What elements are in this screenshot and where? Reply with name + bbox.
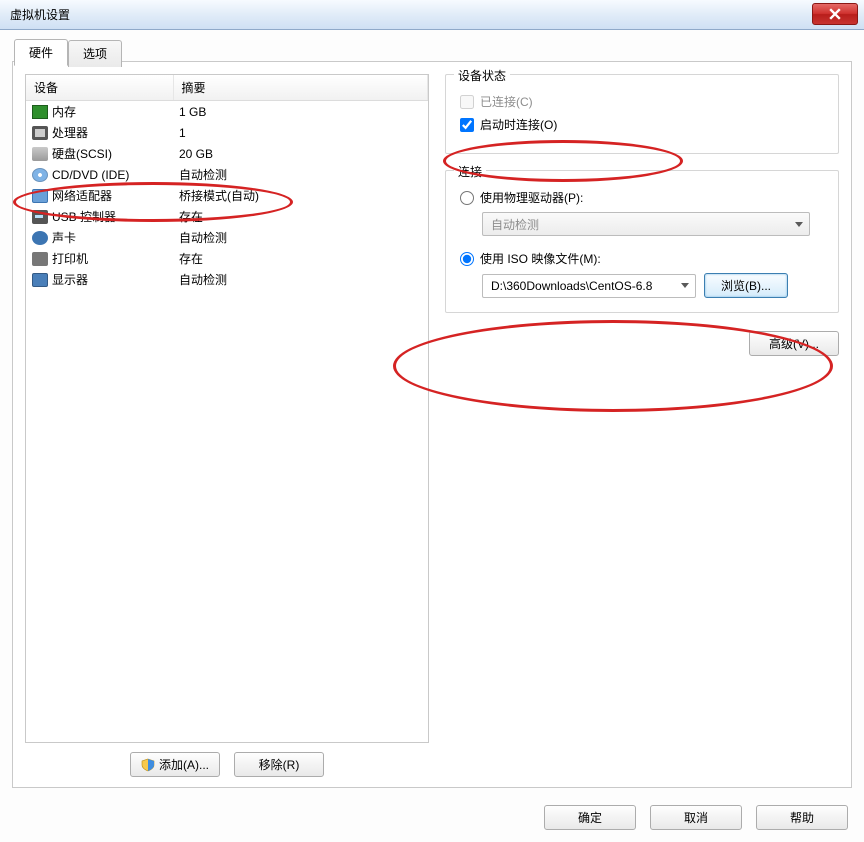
printer-icon bbox=[32, 252, 48, 266]
close-button[interactable] bbox=[812, 3, 858, 25]
device-buttons: 添加(A)... 移除(R) bbox=[25, 752, 429, 777]
browse-button-label: 浏览(B)... bbox=[721, 277, 771, 294]
iso-path-dropdown[interactable]: D:\360Downloads\CentOS-6.8 bbox=[482, 274, 696, 298]
device-name: CD/DVD (IDE) bbox=[52, 168, 129, 182]
browse-button[interactable]: 浏览(B)... bbox=[704, 273, 788, 298]
device-name: 打印机 bbox=[52, 252, 88, 266]
disk-icon bbox=[32, 147, 48, 161]
use-iso-radio-row[interactable]: 使用 ISO 映像文件(M): bbox=[460, 250, 824, 267]
device-name: 处理器 bbox=[52, 126, 88, 140]
table-row[interactable]: 网络适配器 桥接模式(自动) bbox=[26, 185, 428, 206]
titlebar: 虚拟机设置 bbox=[0, 0, 864, 30]
advanced-button[interactable]: 高级(V)... bbox=[749, 331, 839, 356]
shield-icon bbox=[141, 758, 155, 772]
help-button-label: 帮助 bbox=[790, 809, 814, 826]
connect-at-poweron-row[interactable]: 启动时连接(O) bbox=[460, 116, 824, 133]
cancel-button[interactable]: 取消 bbox=[650, 805, 742, 830]
device-name: 硬盘(SCSI) bbox=[52, 147, 112, 161]
group-connection: 连接 使用物理驱动器(P): 自动检测 使用 ISO 映像文件(M): bbox=[445, 170, 839, 313]
device-name: 显示器 bbox=[52, 273, 88, 287]
remove-button[interactable]: 移除(R) bbox=[234, 752, 324, 777]
add-button-label: 添加(A)... bbox=[159, 756, 209, 773]
device-summary: 自动检测 bbox=[173, 269, 428, 290]
table-row[interactable]: 内存 1 GB bbox=[26, 101, 428, 123]
chevron-down-icon bbox=[795, 222, 803, 227]
col-device-header[interactable]: 设备 bbox=[26, 75, 173, 101]
advanced-button-label: 高级(V)... bbox=[769, 335, 819, 352]
tab-options-label: 选项 bbox=[83, 47, 107, 61]
tab-options[interactable]: 选项 bbox=[68, 40, 122, 67]
use-physical-radio[interactable] bbox=[460, 191, 474, 205]
network-icon bbox=[32, 189, 48, 203]
device-summary: 20 GB bbox=[173, 143, 428, 164]
window-title: 虚拟机设置 bbox=[10, 6, 70, 23]
memory-icon bbox=[32, 105, 48, 119]
use-physical-radio-row[interactable]: 使用物理驱动器(P): bbox=[460, 189, 824, 206]
iso-path-value: D:\360Downloads\CentOS-6.8 bbox=[491, 279, 652, 293]
use-iso-label: 使用 ISO 映像文件(M): bbox=[480, 250, 601, 267]
table-row[interactable]: 声卡 自动检测 bbox=[26, 227, 428, 248]
advanced-row: 高级(V)... bbox=[445, 331, 839, 356]
device-name: 内存 bbox=[52, 105, 76, 119]
physical-drive-dropdown: 自动检测 bbox=[482, 212, 810, 236]
table-row[interactable]: 显示器 自动检测 bbox=[26, 269, 428, 290]
ok-button-label: 确定 bbox=[578, 809, 602, 826]
cd-icon bbox=[32, 168, 48, 182]
cancel-button-label: 取消 bbox=[684, 809, 708, 826]
tabstrip: 硬件 选项 bbox=[14, 39, 122, 66]
add-button[interactable]: 添加(A)... bbox=[130, 752, 220, 777]
device-summary: 存在 bbox=[173, 248, 428, 269]
tab-page-hardware: 设备 摘要 内存 1 GB 处理器 1 bbox=[12, 61, 852, 788]
connected-checkbox-row: 已连接(C) bbox=[460, 93, 824, 110]
device-summary: 自动检测 bbox=[173, 164, 428, 185]
connect-at-poweron-label: 启动时连接(O) bbox=[480, 116, 557, 133]
connected-label: 已连接(C) bbox=[480, 93, 533, 110]
group-device-status: 设备状态 已连接(C) 启动时连接(O) bbox=[445, 74, 839, 154]
tab-hardware-label: 硬件 bbox=[29, 46, 53, 60]
vm-settings-window: 虚拟机设置 硬件 选项 设备 摘要 bbox=[0, 0, 864, 842]
ok-button[interactable]: 确定 bbox=[544, 805, 636, 830]
connected-checkbox bbox=[460, 95, 474, 109]
help-button[interactable]: 帮助 bbox=[756, 805, 848, 830]
table-row[interactable]: 打印机 存在 bbox=[26, 248, 428, 269]
group-device-status-title: 设备状态 bbox=[454, 67, 510, 84]
dialog-footer: 确定 取消 帮助 bbox=[544, 805, 848, 830]
cpu-icon bbox=[32, 126, 48, 140]
device-name: USB 控制器 bbox=[52, 210, 116, 224]
col-summary-header[interactable]: 摘要 bbox=[173, 75, 428, 101]
use-physical-label: 使用物理驱动器(P): bbox=[480, 189, 583, 206]
table-row[interactable]: 处理器 1 bbox=[26, 122, 428, 143]
sound-icon bbox=[32, 231, 48, 245]
usb-icon bbox=[32, 210, 48, 224]
table-row[interactable]: USB 控制器 存在 bbox=[26, 206, 428, 227]
device-table: 设备 摘要 内存 1 GB 处理器 1 bbox=[26, 75, 428, 290]
connect-at-poweron-checkbox[interactable] bbox=[460, 118, 474, 132]
device-summary: 桥接模式(自动) bbox=[173, 185, 428, 206]
physical-drive-value: 自动检测 bbox=[491, 216, 539, 233]
chevron-down-icon bbox=[681, 283, 689, 288]
remove-button-label: 移除(R) bbox=[259, 756, 300, 773]
device-settings-panel: 设备状态 已连接(C) 启动时连接(O) 连接 使用物理驱动器(P): bbox=[445, 74, 839, 775]
use-iso-radio[interactable] bbox=[460, 252, 474, 266]
device-list-panel: 设备 摘要 内存 1 GB 处理器 1 bbox=[25, 74, 429, 743]
display-icon bbox=[32, 273, 48, 287]
device-summary: 1 bbox=[173, 122, 428, 143]
table-row[interactable]: 硬盘(SCSI) 20 GB bbox=[26, 143, 428, 164]
close-icon bbox=[829, 8, 841, 20]
tab-hardware[interactable]: 硬件 bbox=[14, 39, 68, 66]
content-area: 硬件 选项 设备 摘要 内存 1 GB bbox=[0, 30, 864, 842]
table-row[interactable]: CD/DVD (IDE) 自动检测 bbox=[26, 164, 428, 185]
device-summary: 存在 bbox=[173, 206, 428, 227]
device-name: 声卡 bbox=[52, 231, 76, 245]
group-connection-title: 连接 bbox=[454, 163, 486, 180]
device-summary: 自动检测 bbox=[173, 227, 428, 248]
device-name: 网络适配器 bbox=[52, 189, 112, 203]
device-summary: 1 GB bbox=[173, 101, 428, 123]
